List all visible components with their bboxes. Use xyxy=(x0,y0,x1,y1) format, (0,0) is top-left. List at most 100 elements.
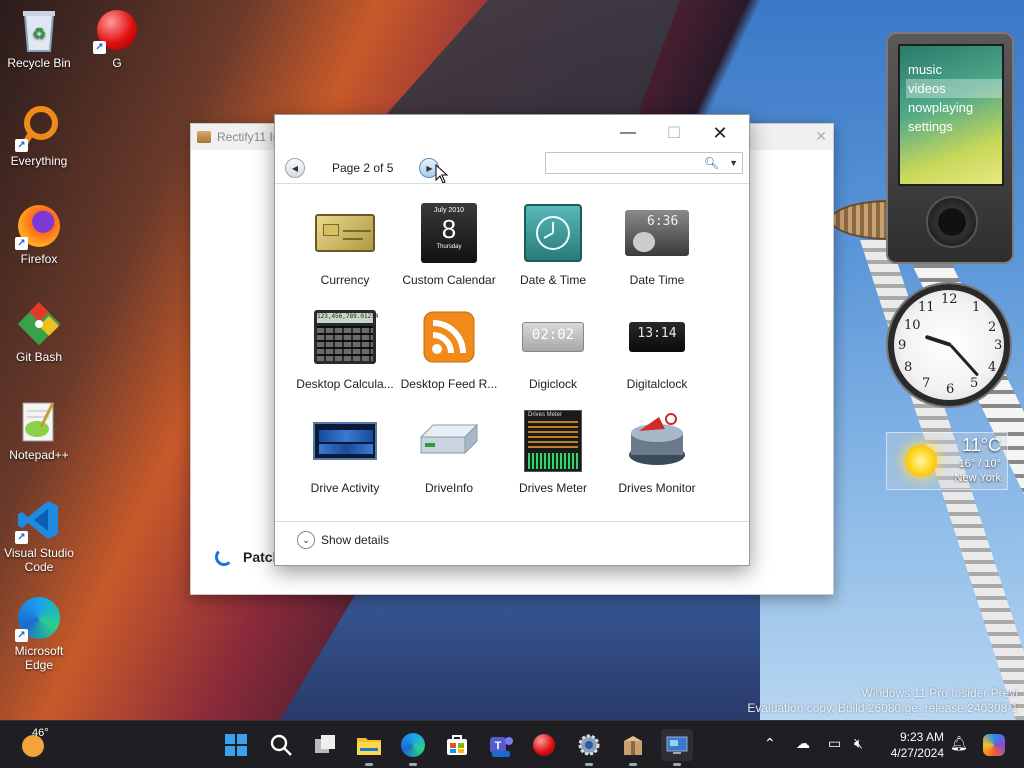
gadget-date-time[interactable]: 6:36 Date Time xyxy=(605,197,709,301)
svg-text:T: T xyxy=(495,740,502,752)
task-view-button[interactable] xyxy=(309,729,341,761)
edge-icon: ↗ xyxy=(15,594,63,642)
gadget-search-box[interactable]: 🔍︎ ▼ xyxy=(545,152,743,174)
zune-menu-videos[interactable]: videos xyxy=(906,79,1002,98)
gadget-grid: Currency July 2010 8 Thursday Custom Cal… xyxy=(293,197,733,509)
rss-icon xyxy=(417,305,481,369)
previous-page-button[interactable]: ◀ xyxy=(285,158,305,178)
gadget-custom-calendar[interactable]: July 2010 8 Thursday Custom Calendar xyxy=(397,197,501,301)
minimize-button[interactable]: — xyxy=(605,119,651,147)
digiclock-icon: 02:02 xyxy=(521,305,585,369)
start-button[interactable] xyxy=(220,729,252,761)
search-icon[interactable]: 🔍︎ xyxy=(704,156,719,170)
loading-spinner-icon xyxy=(215,548,233,566)
windows-watermark: Windows 11 Pro Insider Previ Evaluation … xyxy=(747,686,1018,715)
clock-minute-hand xyxy=(949,343,980,377)
clock-icon xyxy=(521,201,585,265)
store-button[interactable] xyxy=(441,729,473,761)
copilot-button[interactable] xyxy=(978,729,1010,761)
gadget-driveinfo[interactable]: DriveInfo xyxy=(397,405,501,509)
weather-range: 16° / 10° xyxy=(958,458,1001,470)
sunny-weather-icon xyxy=(905,445,937,477)
gadget-drive-activity[interactable]: Drive Activity xyxy=(293,405,397,509)
desktop-icon-git-bash[interactable]: Git Bash xyxy=(1,300,77,364)
calculator-icon: 123,456,789.01234 xyxy=(313,305,378,369)
edge-button[interactable] xyxy=(397,729,429,766)
task-view-icon xyxy=(315,735,335,753)
cloud-offline-icon[interactable]: ☁ xyxy=(796,735,810,752)
desktop-icon-g[interactable]: ↗ G xyxy=(79,6,155,70)
gadget-gallery-dialog[interactable]: — ☐ ✕ ◀ Page 2 of 5 ▶ 🔍︎ ▼ Currency July… xyxy=(274,114,750,566)
desktop-icon-vscode[interactable]: ↗ Visual Studio Code xyxy=(1,496,77,574)
search-button[interactable] xyxy=(265,729,297,761)
desktop-icon-firefox[interactable]: ↗ Firefox xyxy=(1,202,77,266)
everything-search-icon: ↗ xyxy=(15,104,63,152)
gadgets-button[interactable] xyxy=(661,729,693,766)
installer-app-icon xyxy=(197,131,211,143)
calendar-icon: July 2010 8 Thursday xyxy=(417,201,481,265)
file-explorer-button[interactable] xyxy=(353,729,385,766)
gadget-date-and-time[interactable]: Date & Time xyxy=(501,197,605,301)
divider xyxy=(275,183,749,184)
weather-gadget[interactable]: 11°C 16° / 10° New York xyxy=(886,432,1008,490)
drives-meter-icon: Drives Meter xyxy=(521,409,585,473)
clock-hour-hand xyxy=(924,334,952,347)
package-icon xyxy=(624,736,642,755)
settings-button[interactable] xyxy=(573,729,605,766)
gadget-desktop-feed-reader[interactable]: Desktop Feed R... xyxy=(397,301,501,405)
svg-text:♻: ♻ xyxy=(32,26,46,43)
taskbar-clock[interactable]: 9:23 AM 4/27/2024 xyxy=(880,729,944,761)
zune-control-pad[interactable] xyxy=(926,196,978,248)
gadget-search-input[interactable] xyxy=(548,155,698,171)
gadget-currency[interactable]: Currency xyxy=(293,197,397,301)
zune-menu-nowplaying[interactable]: nowplaying xyxy=(906,98,1002,117)
red-ball-app-button[interactable] xyxy=(528,729,560,761)
mouse-cursor-icon xyxy=(435,164,449,184)
rectify11-title: Rectify11 In xyxy=(217,130,280,144)
gadget-drives-meter[interactable]: Drives Meter Drives Meter xyxy=(501,405,605,509)
teams-button[interactable]: T xyxy=(485,729,517,761)
windows-logo-icon xyxy=(225,734,247,756)
volume-muted-icon[interactable]: 🔇︎ xyxy=(854,735,863,752)
edge-icon xyxy=(401,733,425,757)
datetime-icon: 6:36 xyxy=(625,201,689,265)
chevron-down-icon[interactable]: ⌄ xyxy=(297,531,315,549)
git-bash-icon xyxy=(15,300,63,348)
gadgets-icon xyxy=(666,736,688,754)
show-details-toggle[interactable]: ⌄ Show details xyxy=(297,531,389,549)
weather-temperature: 11°C xyxy=(962,435,1001,455)
firefox-icon: ↗ xyxy=(15,202,63,250)
close-button[interactable]: ✕ xyxy=(697,119,743,147)
analog-clock-gadget[interactable]: 12 1 2 3 4 5 6 7 8 9 10 11 xyxy=(888,284,1010,406)
teams-icon: T xyxy=(490,737,513,757)
desktop-icon-notepad-plus-plus[interactable]: Notepad++ xyxy=(1,398,77,462)
gadget-desktop-calculator[interactable]: 123,456,789.01234 Desktop Calcula... xyxy=(293,301,397,405)
desktop-icon-edge[interactable]: ↗ Microsoft Edge xyxy=(1,594,77,672)
rectify11-close-icon[interactable]: ✕ xyxy=(815,128,827,145)
desktop-icon-everything[interactable]: ↗ Everything xyxy=(1,104,77,168)
zune-menu-settings[interactable]: settings xyxy=(906,117,1002,136)
search-dropdown-icon[interactable]: ▼ xyxy=(729,158,738,168)
red-ball-icon xyxy=(533,734,555,756)
desktop-icon-recycle-bin[interactable]: ♻ Recycle Bin xyxy=(1,6,77,70)
vscode-icon: ↗ xyxy=(15,496,63,544)
zune-gadget[interactable]: music videos nowplaying settings xyxy=(886,32,1014,264)
divider xyxy=(275,521,749,522)
recycle-bin-icon: ♻ xyxy=(15,6,63,54)
drives-monitor-icon xyxy=(625,409,689,473)
notification-icon[interactable]: 🔔︎ xyxy=(950,735,968,752)
network-icon[interactable]: ▭ xyxy=(828,735,841,752)
taskbar: 46° T ⌃ ☁ ▭ 🔇︎ 9:23 AM 4/27/2024 🔔︎ xyxy=(0,720,1024,768)
maximize-button[interactable]: ☐ xyxy=(651,119,697,147)
gadget-digiclock[interactable]: 02:02 Digiclock xyxy=(501,301,605,405)
gallery-pager: ◀ Page 2 of 5 ▶ xyxy=(285,152,449,184)
gadget-drives-monitor[interactable]: Drives Monitor xyxy=(605,405,709,509)
zune-menu-music[interactable]: music xyxy=(906,60,1002,79)
gadget-digitalclock[interactable]: 13:14 Digitalclock xyxy=(605,301,709,405)
taskbar-weather-widget[interactable]: 46° xyxy=(20,727,49,757)
zune-screen: music videos nowplaying settings xyxy=(898,44,1004,186)
search-icon xyxy=(270,734,292,756)
drive-activity-icon xyxy=(313,409,377,473)
installer-button[interactable] xyxy=(617,729,649,766)
show-hidden-icons-chevron-up-icon[interactable]: ⌃ xyxy=(764,735,776,752)
